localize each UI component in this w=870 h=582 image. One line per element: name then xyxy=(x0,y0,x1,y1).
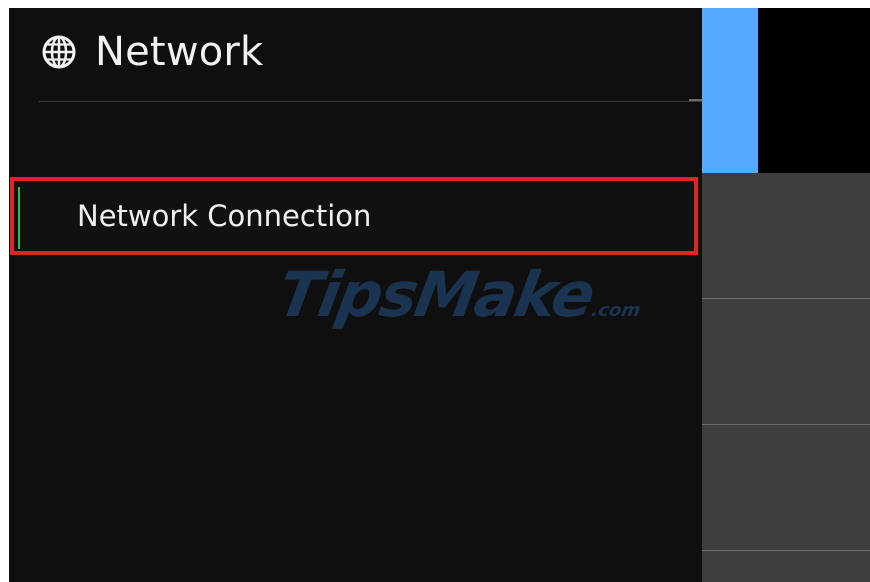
header-divider xyxy=(39,101,702,102)
side-panel-divider xyxy=(702,424,870,425)
watermark-text: TipsMake xyxy=(272,258,599,331)
screen: Network Network Connection TipsMake .com xyxy=(9,8,870,582)
globe-icon xyxy=(42,35,76,69)
menu-item-network-connection[interactable]: Network Connection xyxy=(10,177,698,255)
page-header: Network xyxy=(41,22,263,82)
accent-tile[interactable] xyxy=(702,8,758,173)
page-title: Network xyxy=(95,29,264,75)
side-panel-divider xyxy=(702,550,870,551)
side-panel-top xyxy=(702,8,870,173)
side-panel-divider xyxy=(702,298,870,299)
watermark-suffix: .com xyxy=(589,300,643,321)
watermark-logo: TipsMake .com xyxy=(273,258,650,331)
network-panel: Network Network Connection TipsMake .com xyxy=(9,8,702,582)
selection-marker xyxy=(18,187,20,249)
menu-item-label: Network Connection xyxy=(77,199,372,233)
divider-tick xyxy=(689,99,702,101)
side-panel xyxy=(702,8,870,582)
